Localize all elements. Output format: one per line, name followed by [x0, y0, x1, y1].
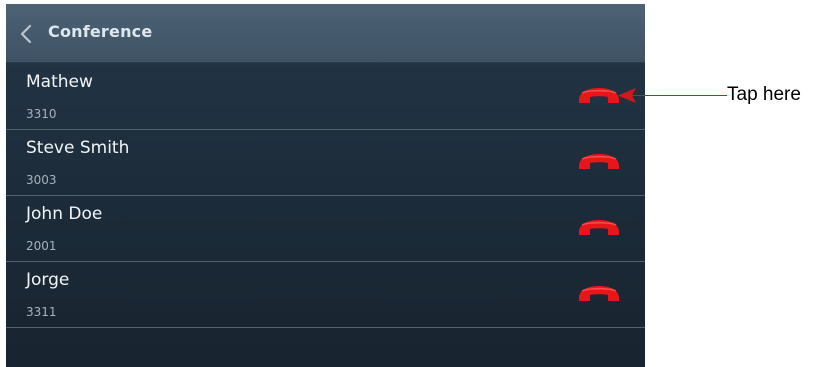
participant-extension: 2001 — [26, 239, 57, 253]
hang-up-phone-icon[interactable] — [576, 217, 622, 239]
callout-line — [622, 95, 727, 96]
page-title: Conference — [48, 22, 153, 41]
participant-row[interactable]: Mathew 3310 — [6, 64, 645, 130]
participant-name: Steve Smith — [26, 138, 130, 158]
hang-up-phone-icon[interactable] — [576, 151, 622, 173]
participant-extension: 3311 — [26, 305, 57, 319]
participant-name: Mathew — [26, 72, 93, 92]
chevron-left-icon[interactable] — [17, 23, 37, 45]
participant-name: John Doe — [26, 204, 103, 224]
callout-label: Tap here — [727, 84, 801, 105]
participant-extension: 3310 — [26, 107, 57, 121]
arrowhead-left-icon — [618, 88, 636, 103]
conference-screen: Conference Mathew 3310 Steve Smith 3003 … — [6, 4, 645, 367]
participant-extension: 3003 — [26, 173, 57, 187]
participant-row[interactable]: John Doe 2001 — [6, 196, 645, 262]
participant-name: Jorge — [26, 270, 70, 290]
hang-up-phone-icon[interactable] — [576, 85, 622, 107]
hang-up-phone-icon[interactable] — [576, 283, 622, 305]
participant-row[interactable]: Steve Smith 3003 — [6, 130, 645, 196]
participant-row[interactable]: Jorge 3311 — [6, 262, 645, 328]
header-bar: Conference — [6, 4, 645, 63]
participant-list: Mathew 3310 Steve Smith 3003 John Doe 20… — [6, 64, 645, 328]
